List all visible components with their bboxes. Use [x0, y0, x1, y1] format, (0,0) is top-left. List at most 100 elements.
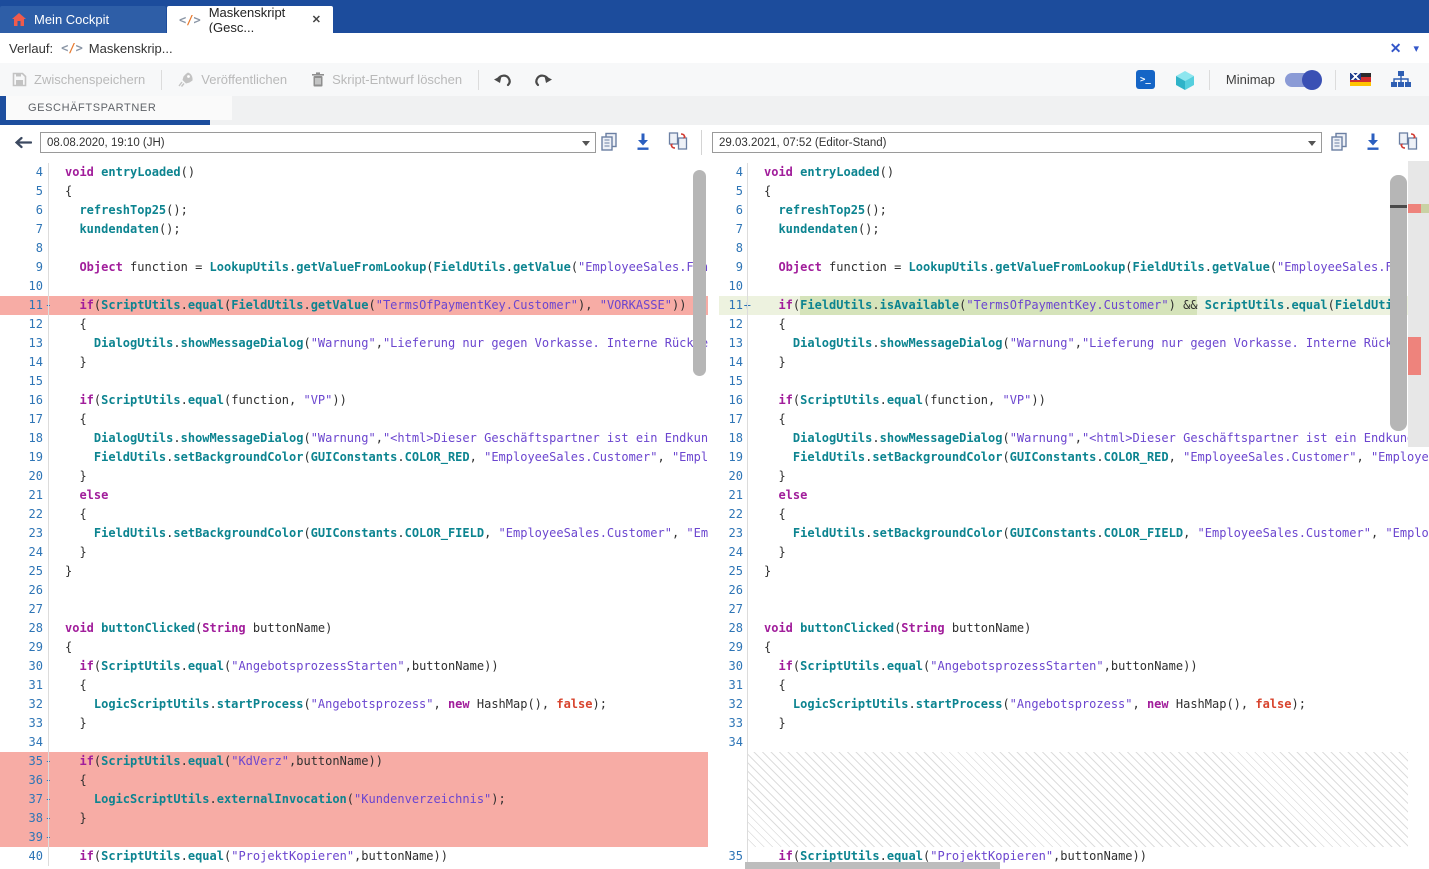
line-number: 14: [29, 355, 43, 369]
code-line: 15: [0, 372, 708, 391]
undo-icon: [493, 72, 513, 87]
module-cube-button[interactable]: [1175, 70, 1195, 90]
code-line: 39-: [0, 828, 708, 847]
tab-mein-cockpit[interactable]: Mein Cockpit: [0, 6, 166, 33]
code-line: 8: [719, 239, 1408, 258]
apply-version-button[interactable]: [1398, 131, 1418, 156]
code-line: 33 }: [719, 714, 1408, 733]
close-icon[interactable]: ✕: [1390, 40, 1402, 57]
ruler-removed-marker: [1408, 204, 1421, 213]
code-line: 31 {: [719, 676, 1408, 695]
code-line: 22 {: [0, 505, 708, 524]
code-line: 12 {: [0, 315, 708, 334]
version-select-right[interactable]: 29.03.2021, 07:52 (Editor-Stand): [712, 132, 1322, 153]
line-number: 26: [29, 583, 43, 597]
line-number: 24: [29, 545, 43, 559]
save-icon: [12, 72, 27, 87]
close-tab-icon[interactable]: ✕: [312, 13, 321, 26]
horizontal-scrollbar-thumb[interactable]: [745, 862, 1000, 869]
download-icon: [635, 132, 651, 151]
delete-draft-button[interactable]: Skript-Entwurf löschen: [311, 72, 462, 87]
version-select-left[interactable]: 08.08.2020, 19:10 (JH): [40, 132, 596, 153]
line-number: 32: [729, 697, 743, 711]
code-line: 9 Object function = LookupUtils.getValue…: [0, 258, 708, 277]
line-number: 30: [729, 659, 743, 673]
code-line: 27: [0, 600, 708, 619]
chevron-down-icon: [582, 141, 590, 146]
line-number: 36: [29, 773, 43, 787]
line-number: 16: [29, 393, 43, 407]
line-number: 17: [29, 412, 43, 426]
download-icon: [1365, 132, 1381, 151]
divider: [701, 130, 702, 155]
line-number: 28: [29, 621, 43, 635]
line-number: 29: [729, 640, 743, 654]
divider: [1335, 70, 1336, 90]
line-number: 29: [29, 640, 43, 654]
line-number: 27: [29, 602, 43, 616]
line-number: 8: [36, 241, 43, 255]
language-flag-icon: [1350, 73, 1371, 87]
save-draft-button[interactable]: Zwischenspeichern: [12, 72, 145, 87]
code-line: 18 DialogUtils.showMessageDialog("Warnun…: [719, 429, 1408, 448]
line-number: 9: [36, 260, 43, 274]
ruler-removed-marker: [1408, 337, 1421, 375]
verlauf-item[interactable]: Maskenskrip...: [89, 41, 173, 56]
vertical-scrollbar-thumb[interactable]: [1390, 175, 1407, 431]
line-number: 31: [729, 678, 743, 692]
code-line: 26: [0, 581, 708, 600]
line-number: 20: [29, 469, 43, 483]
copy-code-button[interactable]: [600, 132, 618, 156]
line-number: 35: [29, 754, 43, 768]
tab-maskenskript[interactable]: </> Maskenskript (Gesc... ✕: [167, 6, 333, 33]
code-line: 10: [719, 277, 1408, 296]
vertical-scrollbar-thumb[interactable]: [693, 170, 706, 376]
line-number: 31: [29, 678, 43, 692]
code-line: 5{: [0, 182, 708, 201]
code-line: 5{: [719, 182, 1408, 201]
download-version-button[interactable]: [635, 132, 651, 156]
code-line: 14 }: [719, 353, 1408, 372]
chevron-down-icon[interactable]: ▾: [1413, 42, 1419, 55]
line-number: 19: [729, 450, 743, 464]
apply-version-button[interactable]: [668, 131, 688, 156]
copy-code-button[interactable]: [1330, 132, 1348, 156]
tab-geschaeftspartner[interactable]: GESCHÄFTSPARTNER: [6, 96, 232, 120]
line-number: 8: [736, 241, 743, 255]
ruler-added-marker: [1421, 204, 1429, 213]
code-line: 36- {: [0, 771, 708, 790]
copy-icon: [600, 132, 618, 151]
code-line: 19 FieldUtils.setBackgroundColor(GUICons…: [719, 448, 1408, 467]
language-button[interactable]: [1350, 73, 1371, 87]
line-number: 5: [36, 184, 43, 198]
structure-button[interactable]: [1391, 71, 1411, 88]
publish-button[interactable]: Veröffentlichen: [178, 72, 287, 87]
line-number: 12: [729, 317, 743, 331]
code-line: 8: [0, 239, 708, 258]
code-line: 24 }: [719, 543, 1408, 562]
code-line: 21 else: [0, 486, 708, 505]
undo-button[interactable]: [493, 72, 513, 87]
code-line: 38- }: [0, 809, 708, 828]
minimap-toggle[interactable]: [1285, 73, 1319, 87]
code-line: 17 {: [719, 410, 1408, 429]
line-number: 34: [29, 735, 43, 749]
code-line: 20 }: [719, 467, 1408, 486]
line-number: 20: [729, 469, 743, 483]
code-pane-left[interactable]: 4void entryLoaded()5{6 refreshTop25();7 …: [0, 161, 708, 869]
line-number: 15: [29, 374, 43, 388]
code-pane-right[interactable]: 4void entryLoaded()5{6 refreshTop25();7 …: [719, 161, 1429, 869]
compare-swap-icon: [1398, 131, 1418, 151]
line-number: 23: [29, 526, 43, 540]
download-version-button[interactable]: [1365, 132, 1381, 156]
code-line: 4void entryLoaded(): [719, 163, 1408, 182]
cube-icon: [1175, 70, 1195, 90]
code-line: 23 FieldUtils.setBackgroundColor(GUICons…: [719, 524, 1408, 543]
redo-button[interactable]: [533, 72, 553, 87]
script-console-button[interactable]: >_: [1136, 70, 1155, 89]
line-number: 37: [29, 792, 43, 806]
code-line: 37- LogicScriptUtils.externalInvocation(…: [0, 790, 708, 809]
version-value-left: 08.08.2020, 19:10 (JH): [47, 137, 165, 149]
code-line: 35- if(ScriptUtils.equal("KdVerz",button…: [0, 752, 708, 771]
back-button[interactable]: [14, 136, 32, 154]
